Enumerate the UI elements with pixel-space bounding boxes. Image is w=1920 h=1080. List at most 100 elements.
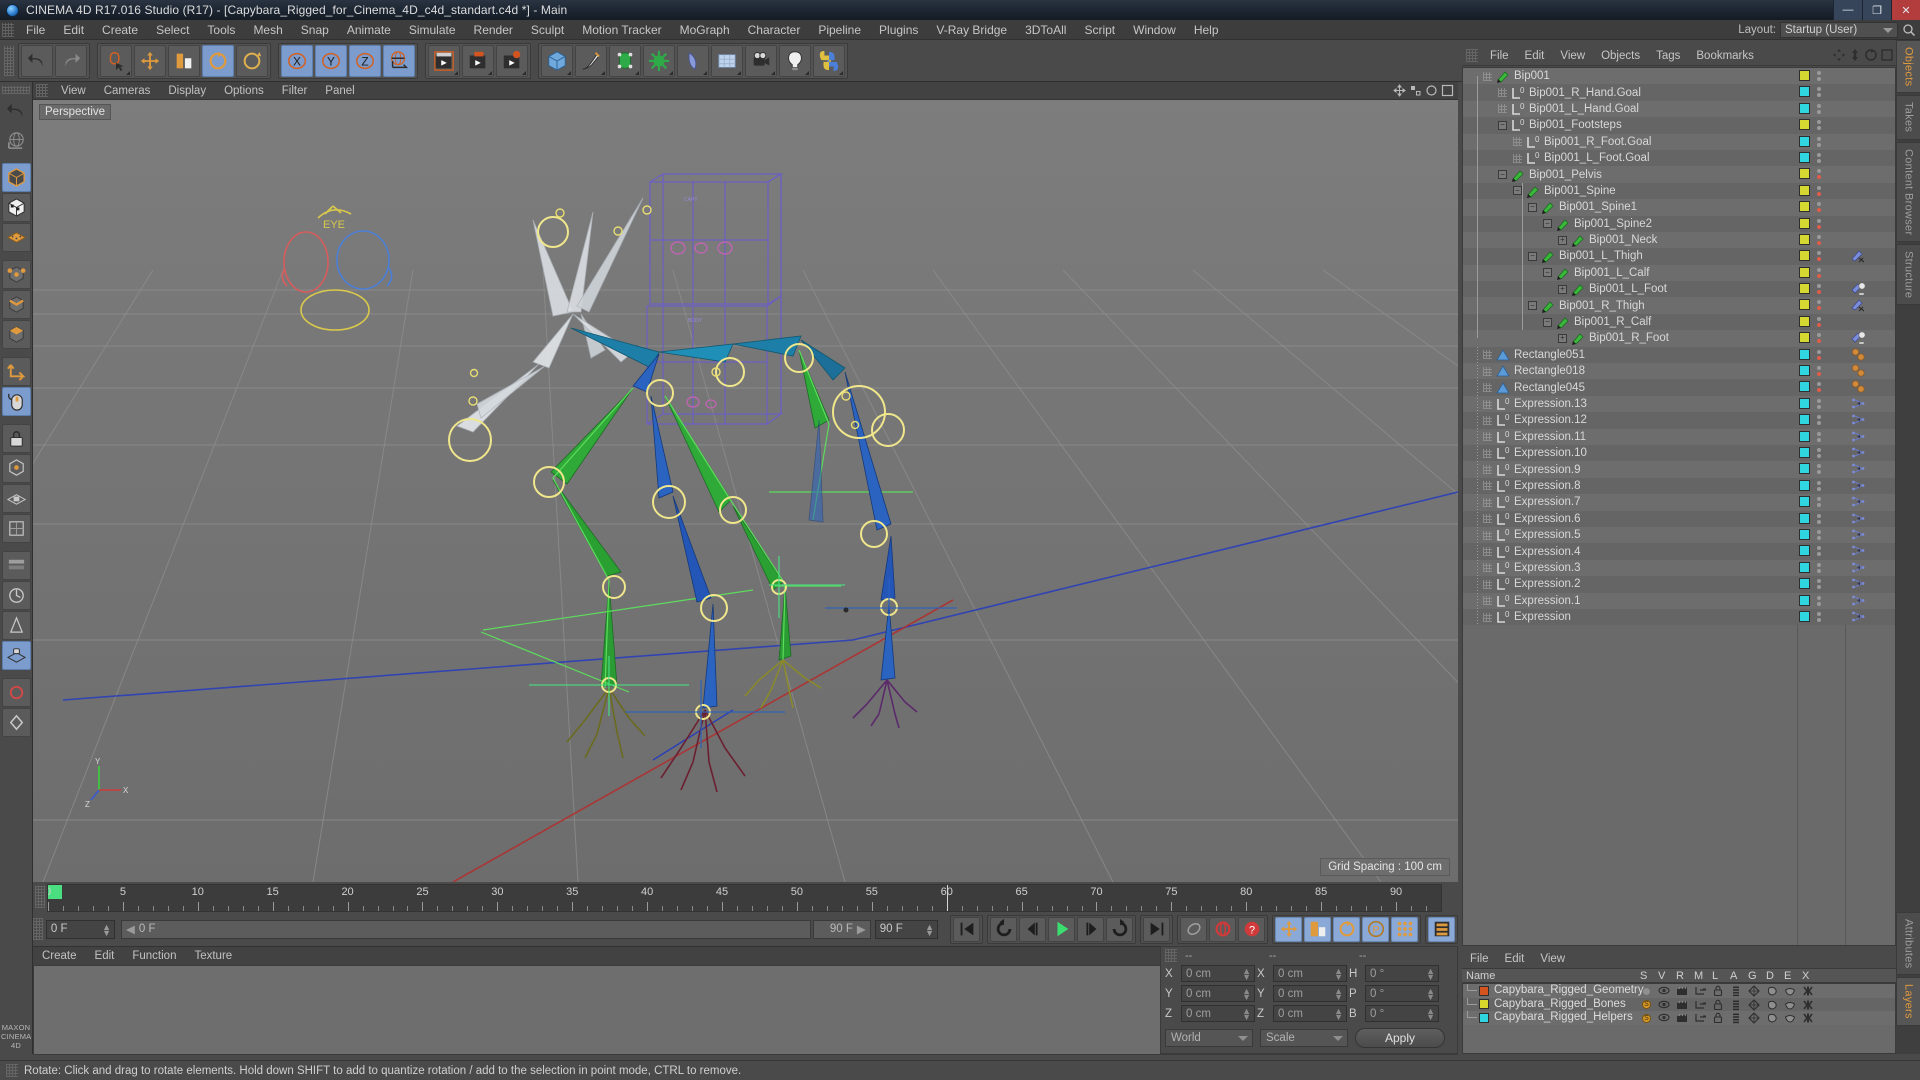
- object-layer-swatch[interactable]: [1799, 70, 1810, 81]
- parameter-key-button[interactable]: [1391, 916, 1418, 942]
- object-layer-swatch[interactable]: [1799, 168, 1810, 180]
- object-layer-swatch[interactable]: [1799, 365, 1810, 377]
- expression-icon[interactable]: [1784, 999, 1796, 1011]
- object-visibility-dot-top[interactable]: [1817, 202, 1821, 207]
- object-visibility-dot-top[interactable]: [1817, 103, 1821, 108]
- object-expander[interactable]: +: [1558, 235, 1567, 245]
- points-mode-button[interactable]: [2, 260, 31, 289]
- object-manager-grip-icon[interactable]: [1466, 49, 1478, 62]
- object-row[interactable]: + Bip001_L_Foot: [1463, 281, 1895, 298]
- object-visibility-dot-top[interactable]: [1817, 415, 1821, 420]
- object-visibility-dot-bottom[interactable]: [1817, 77, 1821, 81]
- sphere-tags-icon[interactable]: [1851, 348, 1865, 362]
- menu-item-help[interactable]: Help: [1185, 20, 1228, 40]
- menu-item-animate[interactable]: Animate: [338, 20, 400, 40]
- object-visibility-dot-bottom[interactable]: [1817, 355, 1821, 360]
- deformer-icon[interactable]: [1766, 985, 1778, 997]
- object-row[interactable]: 0 Expression.7: [1463, 494, 1895, 511]
- next-arrow-icon[interactable]: ▶: [857, 922, 866, 936]
- object-layer-swatch[interactable]: [1799, 528, 1810, 540]
- ik-goal-tag-icon[interactable]: [1851, 282, 1865, 296]
- object-row[interactable]: 0 Expression.11: [1463, 428, 1895, 445]
- menu-item-file[interactable]: File: [17, 20, 54, 40]
- object-row[interactable]: + Bip001_Neck: [1463, 231, 1895, 249]
- object-visibility-dot-bottom[interactable]: [1817, 568, 1821, 573]
- viewport-menu-options[interactable]: Options: [215, 82, 273, 100]
- om-updown-icon[interactable]: [1848, 48, 1862, 62]
- maximize-button[interactable]: ❐: [1862, 0, 1891, 20]
- generator-button[interactable]: [609, 44, 641, 77]
- object-drag-dots-icon[interactable]: [1513, 153, 1522, 163]
- object-visibility-dot-top[interactable]: [1817, 480, 1821, 485]
- eye-icon[interactable]: [1658, 1012, 1670, 1024]
- rotation-key-button[interactable]: [1333, 916, 1360, 942]
- expression-icon[interactable]: [1784, 985, 1796, 997]
- scale-button[interactable]: [168, 44, 200, 77]
- close-button[interactable]: ✕: [1891, 0, 1920, 20]
- ik-goal-tag-icon[interactable]: [1851, 331, 1865, 345]
- render-settings-button[interactable]: [496, 44, 528, 77]
- object-visibility-dot-top[interactable]: [1817, 87, 1821, 92]
- coord-rotation-field-1[interactable]: 0 ° ▲ ▼: [1365, 985, 1439, 1002]
- polygons-mode-button[interactable]: [2, 320, 31, 349]
- object-drag-dots-icon[interactable]: [1483, 415, 1492, 425]
- menu-item-pipeline[interactable]: Pipeline: [809, 20, 870, 40]
- layer-color-swatch[interactable]: [1479, 1012, 1489, 1023]
- model-mode-button[interactable]: [2, 163, 31, 192]
- workplane-lock-button[interactable]: [2, 484, 31, 513]
- xpresso-tag-icon[interactable]: [1851, 594, 1865, 608]
- object-row[interactable]: 0 Expression.6: [1463, 510, 1895, 527]
- object-layer-swatch[interactable]: [1799, 512, 1810, 524]
- object-drag-dots-icon[interactable]: [1483, 432, 1492, 442]
- stepper-icon[interactable]: ▲ ▼: [1334, 1007, 1343, 1022]
- object-layer-swatch[interactable]: [1799, 545, 1810, 557]
- object-visibility-dot-bottom[interactable]: [1817, 552, 1821, 557]
- quantize-button[interactable]: [2, 581, 31, 610]
- lock-icon[interactable]: [1712, 985, 1724, 997]
- object-drag-dots-icon[interactable]: [1483, 596, 1492, 606]
- eye-icon[interactable]: [1658, 985, 1670, 997]
- object-row[interactable]: 0 Bip001_R_Foot.Goal: [1463, 133, 1895, 150]
- coord-position-field-0[interactable]: 0 cm ▲ ▼: [1181, 965, 1255, 982]
- xpresso-tag-icon[interactable]: [1851, 495, 1865, 509]
- object-layer-swatch[interactable]: [1799, 119, 1810, 131]
- list-icon[interactable]: [1730, 985, 1742, 997]
- object-layer-swatch[interactable]: [1799, 594, 1810, 606]
- menu-item-motion-tracker[interactable]: Motion Tracker: [573, 20, 670, 40]
- object-drag-dots-icon[interactable]: [1483, 514, 1492, 524]
- menu-item-select[interactable]: Select: [147, 20, 198, 40]
- xref-icon[interactable]: [1802, 1012, 1814, 1024]
- object-visibility-dot-bottom[interactable]: [1817, 306, 1821, 311]
- stepper-icon[interactable]: ▲ ▼: [1426, 1007, 1435, 1022]
- viewport-move-icon[interactable]: [1393, 84, 1406, 97]
- object-visibility-dot-top[interactable]: [1817, 349, 1821, 354]
- layer-menu-view[interactable]: View: [1532, 949, 1573, 969]
- stepper-icon[interactable]: ▲ ▼: [1426, 987, 1435, 1002]
- uv-button[interactable]: [2, 514, 31, 543]
- coord-position-field-2[interactable]: 0 cm ▲ ▼: [1181, 1005, 1255, 1022]
- object-drag-dots-icon[interactable]: [1483, 547, 1492, 557]
- coord-size-field-1[interactable]: 0 cm ▲ ▼: [1273, 985, 1347, 1002]
- om-filter-icon[interactable]: [1880, 48, 1894, 62]
- clapper-icon[interactable]: [1676, 1012, 1688, 1024]
- layer-menu-file[interactable]: File: [1462, 949, 1497, 969]
- object-menu-file[interactable]: File: [1482, 46, 1517, 66]
- layer-menu-edit[interactable]: Edit: [1497, 949, 1533, 969]
- object-visibility-dot-top[interactable]: [1817, 218, 1821, 223]
- menu-item-edit[interactable]: Edit: [54, 20, 93, 40]
- object-layer-swatch[interactable]: [1799, 201, 1810, 213]
- viewport-rotate-icon[interactable]: [1425, 84, 1438, 97]
- object-layer-swatch[interactable]: [1799, 397, 1810, 409]
- prev-arrow-icon[interactable]: ◀: [126, 922, 135, 936]
- object-drag-dots-icon[interactable]: [1483, 383, 1492, 393]
- object-visibility-dot-top[interactable]: [1817, 595, 1821, 600]
- object-layer-swatch[interactable]: [1799, 135, 1810, 147]
- object-layer-swatch[interactable]: [1799, 463, 1810, 475]
- clapper-icon[interactable]: [1676, 999, 1688, 1011]
- rotate-button[interactable]: [202, 44, 234, 77]
- menu-item-script[interactable]: Script: [1075, 20, 1124, 40]
- object-row[interactable]: 0 Expression.4: [1463, 543, 1895, 560]
- object-drag-dots-icon[interactable]: [1483, 579, 1492, 589]
- record-button[interactable]: [2, 678, 31, 707]
- python-button[interactable]: [813, 44, 845, 77]
